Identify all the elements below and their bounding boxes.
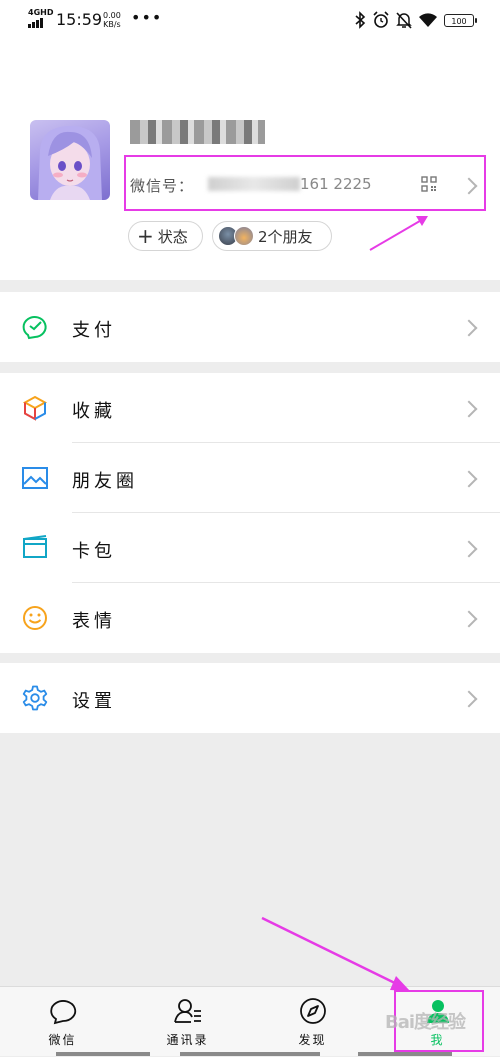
- status-bar: 4GHD 15:59 0.00 KB/s ••• 100: [0, 0, 500, 40]
- wallet-check-icon: [22, 316, 47, 340]
- menu-item-moments[interactable]: 朋友圈: [0, 443, 500, 513]
- tab-contacts[interactable]: 通讯录: [125, 987, 250, 1057]
- nickname-redacted: [130, 120, 265, 144]
- friends-button-label: 2个朋友: [258, 227, 313, 246]
- tab-chats[interactable]: 微信: [0, 987, 125, 1057]
- chevron-right-icon: [460, 540, 478, 558]
- gesture-bar: [56, 1052, 150, 1056]
- mute-icon: [396, 12, 412, 29]
- wechat-id-redacted: [208, 177, 300, 191]
- wechat-id-value: 161 2225: [300, 175, 372, 193]
- menu-item-label: 设置: [72, 691, 116, 712]
- menu-group-settings: 设置: [0, 663, 500, 733]
- compass-icon: [299, 998, 326, 1024]
- card-wallet-icon: [23, 535, 47, 558]
- chat-bubble-icon: [49, 1000, 76, 1025]
- chevron-right-icon: [460, 319, 478, 337]
- smiley-icon: [23, 606, 47, 630]
- chevron-right-icon: [460, 610, 478, 628]
- more-notifications-icon: •••: [131, 8, 163, 27]
- menu-item-label: 卡包: [72, 541, 116, 562]
- friends-status-button[interactable]: 2个朋友: [212, 221, 332, 251]
- status-button[interactable]: + 状态: [128, 221, 203, 251]
- status-button-label: 状态: [157, 227, 188, 246]
- gear-icon: [22, 685, 48, 711]
- wifi-icon: [419, 13, 437, 27]
- image-icon: [22, 467, 48, 489]
- friend-avatar: [234, 226, 254, 246]
- menu-group-pay: 支付: [0, 292, 500, 362]
- menu-item-cards[interactable]: 卡包: [0, 513, 500, 583]
- menu-group-main: 收藏 朋友圈 卡包 表情: [0, 373, 500, 653]
- menu-item-stickers[interactable]: 表情: [0, 583, 500, 653]
- tab-label: 发现: [298, 1033, 327, 1047]
- watermark: Bai度经验: [385, 1012, 466, 1033]
- chevron-right-icon: [460, 470, 478, 488]
- tab-discover[interactable]: 发现: [250, 987, 375, 1057]
- menu-item-label: 收藏: [72, 401, 116, 422]
- plus-icon: +: [137, 224, 154, 248]
- gesture-bar: [358, 1052, 452, 1056]
- profile-header[interactable]: 微信号： 161 2225 + 状态 2个朋友: [0, 40, 500, 280]
- gesture-bar: [180, 1052, 320, 1056]
- menu-item-label: 朋友圈: [72, 471, 138, 492]
- network-speed: 0.00 KB/s: [103, 11, 121, 29]
- alarm-icon: [373, 11, 389, 28]
- cube-icon: [22, 395, 48, 421]
- tab-label: 微信: [48, 1033, 77, 1047]
- menu-item-pay[interactable]: 支付: [0, 292, 500, 362]
- qr-code-icon[interactable]: [421, 176, 437, 192]
- menu-item-settings[interactable]: 设置: [0, 663, 500, 733]
- chevron-right-icon: [460, 400, 478, 418]
- wechat-id-label: 微信号：: [130, 177, 195, 195]
- signal-icon: [28, 18, 48, 28]
- network-type: 4GHD: [28, 8, 54, 17]
- menu-item-favorites[interactable]: 收藏: [0, 373, 500, 443]
- battery-icon: 100: [444, 13, 477, 27]
- contacts-icon: [173, 999, 201, 1023]
- avatar[interactable]: [30, 120, 110, 200]
- tab-label: 通讯录: [166, 1033, 209, 1047]
- menu-item-label: 表情: [72, 611, 116, 632]
- menu-item-label: 支付: [72, 320, 116, 341]
- bluetooth-icon: [355, 11, 366, 29]
- chevron-right-icon: [460, 690, 478, 708]
- clock: 15:59: [56, 10, 103, 29]
